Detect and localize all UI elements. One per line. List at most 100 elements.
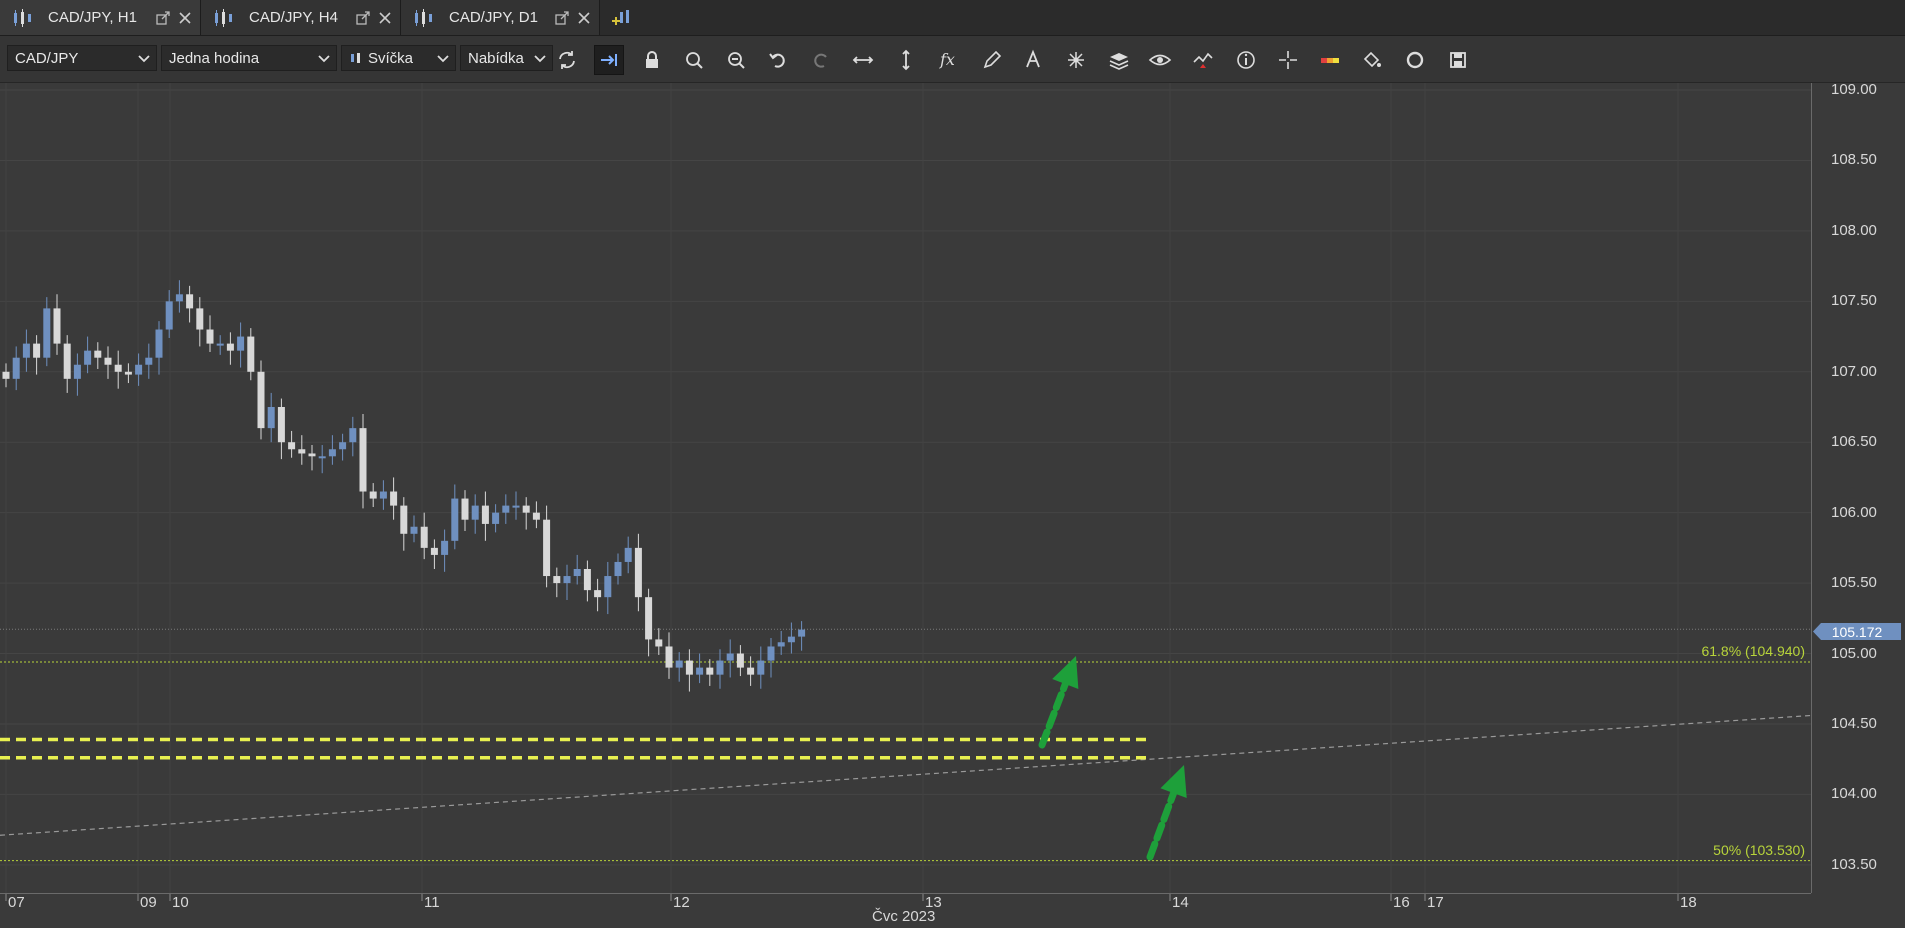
time-tick-label: 18 bbox=[1680, 894, 1697, 911]
candle-body bbox=[471, 505, 479, 520]
candle-body bbox=[787, 636, 795, 643]
candle-body bbox=[349, 428, 357, 443]
candle-body bbox=[675, 660, 683, 668]
candle-body bbox=[84, 350, 92, 365]
candle-body bbox=[277, 407, 285, 443]
candle-body bbox=[53, 308, 61, 344]
candle-body bbox=[532, 512, 540, 520]
candle-body bbox=[196, 308, 204, 330]
candle-body bbox=[328, 449, 336, 457]
candle-body bbox=[736, 653, 744, 668]
candle-body bbox=[645, 597, 653, 640]
time-tick-label: 11 bbox=[424, 894, 440, 911]
candle-body bbox=[522, 505, 530, 513]
candle-body bbox=[492, 512, 500, 524]
candle-body bbox=[757, 660, 765, 675]
price-tick-label: 107.00 bbox=[1831, 362, 1877, 380]
candle-body bbox=[583, 569, 591, 591]
candle-body bbox=[145, 357, 153, 365]
time-tick-label: 16 bbox=[1393, 894, 1410, 911]
candle-body bbox=[298, 449, 306, 454]
candle-body bbox=[543, 519, 551, 577]
candle-body bbox=[267, 407, 275, 429]
candle-body bbox=[339, 442, 347, 450]
candle-body bbox=[798, 629, 806, 637]
candle-body bbox=[624, 547, 632, 562]
price-tick-label: 104.50 bbox=[1831, 714, 1877, 732]
candle-body bbox=[12, 357, 20, 379]
candle-body bbox=[206, 329, 214, 344]
candle-body bbox=[308, 453, 316, 457]
candle-body bbox=[634, 547, 642, 598]
candle-body bbox=[104, 357, 112, 365]
time-tick-label: 13 bbox=[925, 894, 942, 911]
candle-body bbox=[114, 364, 122, 372]
candle-body bbox=[73, 364, 81, 379]
candle-body bbox=[451, 498, 459, 541]
candle-body bbox=[63, 343, 71, 379]
time-tick-label: 12 bbox=[673, 894, 690, 911]
candle-body bbox=[257, 371, 265, 429]
chart-canvas[interactable] bbox=[0, 0, 1905, 928]
candle-body bbox=[237, 336, 245, 351]
candle-body bbox=[247, 336, 255, 372]
candle-body bbox=[655, 639, 663, 647]
candle-body bbox=[696, 667, 704, 675]
candle-body bbox=[747, 667, 755, 675]
candle-body bbox=[226, 343, 234, 351]
price-tick-label: 108.50 bbox=[1831, 151, 1877, 169]
time-tick-label: 07 bbox=[8, 894, 25, 911]
candle-body bbox=[369, 491, 377, 499]
candle-body bbox=[43, 308, 51, 358]
candle-body bbox=[777, 642, 785, 647]
candle-body bbox=[665, 646, 673, 668]
price-tick-label: 108.00 bbox=[1831, 221, 1877, 239]
price-axis[interactable] bbox=[1811, 83, 1905, 893]
candle-body bbox=[430, 547, 438, 555]
candle-body bbox=[481, 505, 489, 524]
candle-body bbox=[186, 294, 194, 309]
candle-body bbox=[22, 343, 30, 358]
price-tick-label: 105.00 bbox=[1831, 644, 1877, 662]
candle-body bbox=[410, 526, 418, 534]
price-tick-label: 103.50 bbox=[1831, 855, 1877, 873]
candle-body bbox=[216, 343, 224, 346]
candle-body bbox=[614, 561, 622, 577]
candle-body bbox=[594, 590, 602, 598]
candle-body bbox=[461, 498, 469, 520]
time-tick-label: 14 bbox=[1172, 894, 1189, 911]
time-tick-label: 17 bbox=[1427, 894, 1444, 911]
candle-body bbox=[441, 540, 449, 555]
price-tick-label: 106.50 bbox=[1831, 433, 1877, 451]
fib-level-label: 50% (103.530) bbox=[1713, 841, 1805, 858]
candle-body bbox=[2, 371, 10, 379]
candle-body bbox=[573, 569, 581, 577]
price-tick-label: 109.00 bbox=[1831, 81, 1877, 99]
price-tick-label: 106.00 bbox=[1831, 503, 1877, 521]
current-price-tag: 105.172 bbox=[1813, 623, 1901, 640]
up-arrow-annotation[interactable] bbox=[1038, 656, 1079, 749]
candle-body bbox=[359, 428, 367, 492]
trendline[interactable] bbox=[0, 714, 1812, 836]
candle-body bbox=[288, 442, 296, 450]
candle-body bbox=[379, 491, 387, 499]
candle-body bbox=[563, 576, 571, 584]
price-tick-label: 104.00 bbox=[1831, 785, 1877, 803]
candle-body bbox=[390, 491, 398, 506]
time-tick-label: 09 bbox=[140, 894, 157, 911]
time-tick-label: 10 bbox=[172, 894, 189, 911]
candle-body bbox=[553, 576, 561, 584]
candle-body bbox=[400, 505, 408, 534]
candle-body bbox=[175, 294, 183, 302]
up-arrow-annotation[interactable] bbox=[1146, 765, 1187, 861]
candle-body bbox=[420, 526, 428, 548]
fib-level-label: 61.8% (104.940) bbox=[1701, 642, 1805, 659]
candle-body bbox=[94, 350, 102, 358]
price-tick-label: 105.50 bbox=[1831, 574, 1877, 592]
candle-body bbox=[135, 364, 143, 375]
candle-body bbox=[706, 667, 714, 675]
candle-body bbox=[685, 660, 693, 675]
candle-body bbox=[726, 653, 734, 661]
price-tick-label: 107.50 bbox=[1831, 292, 1877, 310]
candle-body bbox=[318, 456, 326, 459]
